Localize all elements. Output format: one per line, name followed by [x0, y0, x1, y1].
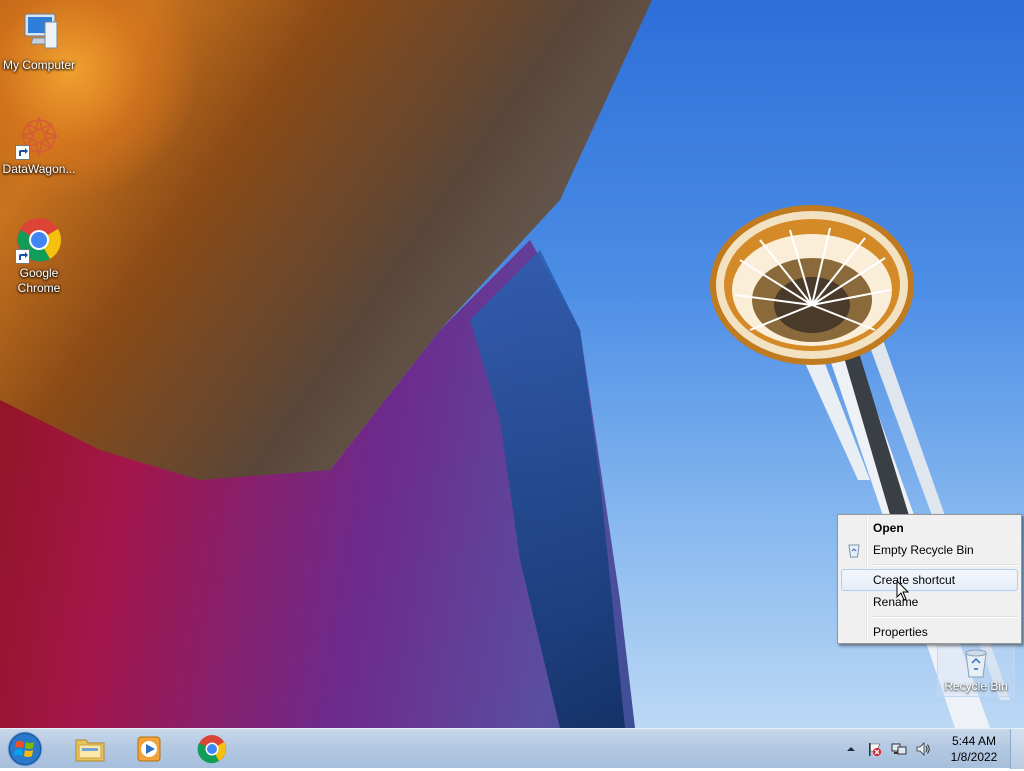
recycle-bin-small-icon — [846, 542, 862, 558]
chrome-icon — [197, 735, 226, 764]
menu-separator — [871, 564, 1018, 566]
taskbar: 5:44 AM 1/8/2022 — [0, 728, 1024, 769]
taskbar-media-player-button[interactable] — [122, 731, 178, 767]
media-player-icon — [137, 736, 161, 762]
datawagon-icon — [15, 112, 63, 160]
taskbar-clock[interactable]: 5:44 AM 1/8/2022 — [935, 733, 1013, 765]
shortcut-arrow-icon — [15, 145, 30, 160]
shortcut-arrow-icon — [15, 249, 30, 264]
recycle-bin-icon — [960, 647, 992, 679]
desktop-background[interactable]: My Computer DataWagon... Google Chrome R… — [0, 0, 1024, 728]
desktop-icon-recycle-bin[interactable]: Recycle Bin — [937, 645, 1015, 697]
desktop-icon-label: Google Chrome — [17, 266, 61, 295]
clock-date: 1/8/2022 — [950, 750, 998, 764]
chrome-icon — [15, 216, 63, 264]
menu-item-open[interactable]: Open — [840, 517, 1019, 539]
desktop-icon-label: DataWagon... — [2, 162, 76, 176]
computer-icon — [15, 8, 63, 56]
menu-item-empty-recycle-bin[interactable]: Empty Recycle Bin — [840, 539, 1019, 561]
volume-icon[interactable] — [915, 741, 931, 757]
desktop-icon-label: My Computer — [2, 58, 76, 72]
desktop-icon-google-chrome[interactable]: Google Chrome — [0, 216, 78, 296]
desktop-icon-datawagon[interactable]: DataWagon... — [0, 112, 78, 177]
menu-item-label: Empty Recycle Bin — [873, 543, 974, 557]
recycle-bin-label: Recycle Bin — [944, 679, 1008, 693]
taskbar-explorer-button[interactable] — [62, 731, 118, 767]
action-center-flag-icon[interactable] — [866, 741, 882, 757]
folder-icon — [75, 739, 105, 762]
menu-item-create-shortcut[interactable]: Create shortcut — [841, 569, 1018, 591]
menu-item-properties[interactable]: Properties — [840, 621, 1019, 643]
menu-separator — [871, 616, 1018, 618]
mouse-cursor-icon — [896, 580, 910, 601]
start-button[interactable] — [5, 730, 45, 768]
show-desktop-button[interactable] — [1010, 729, 1024, 769]
windows-start-icon — [7, 731, 43, 767]
menu-item-rename[interactable]: Rename — [840, 591, 1019, 613]
clock-time: 5:44 AM — [951, 734, 997, 748]
taskbar-chrome-button[interactable] — [184, 731, 240, 767]
network-icon[interactable] — [891, 741, 907, 757]
desktop-icon-my-computer[interactable]: My Computer — [0, 8, 78, 73]
show-hidden-icons-arrow[interactable] — [843, 741, 859, 757]
context-menu: Open Empty Recycle Bin Create shortcut R… — [837, 514, 1022, 644]
